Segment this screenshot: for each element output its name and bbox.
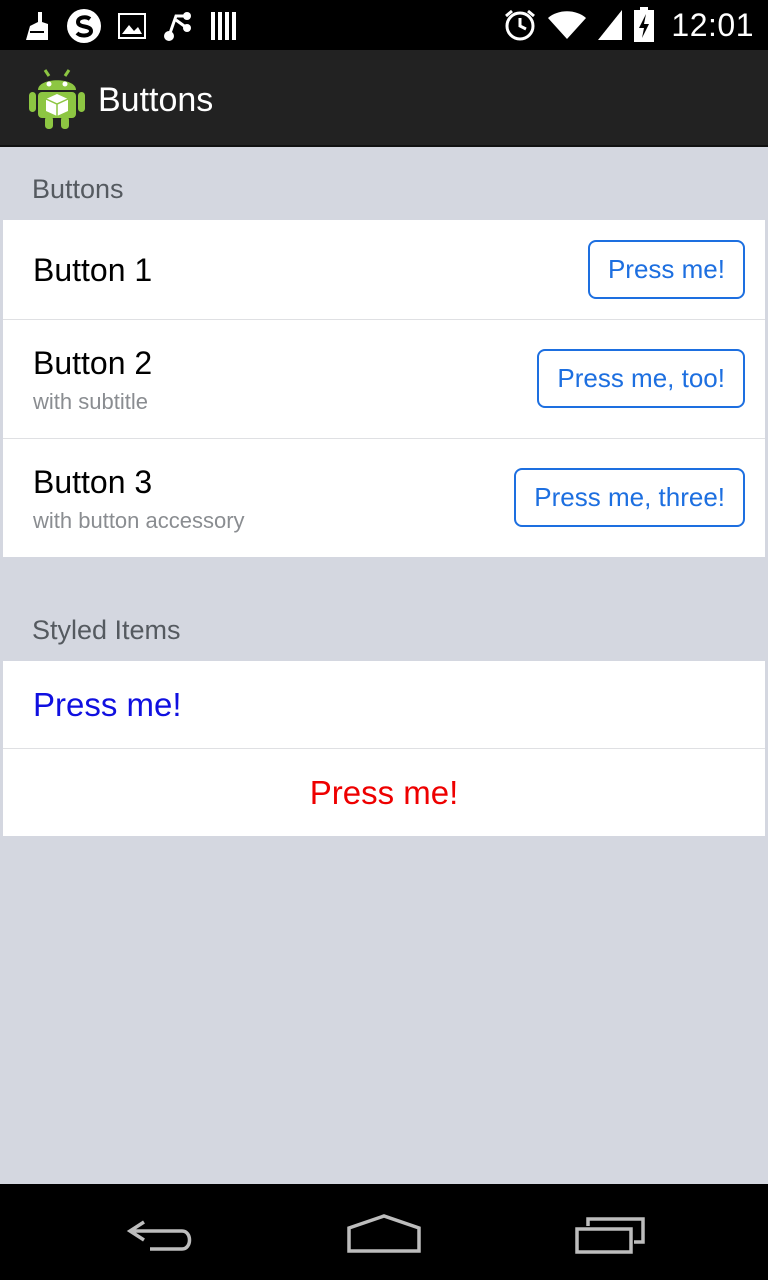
clock: 12:01 xyxy=(671,7,754,43)
styled-items-group: Press me! Press me! xyxy=(3,661,765,836)
share-icon xyxy=(162,10,194,42)
signal-icon xyxy=(597,9,623,41)
navigation-bar xyxy=(0,1184,768,1280)
status-bar: 12:01 xyxy=(0,0,768,50)
app-title: Buttons xyxy=(98,81,214,119)
battery-charging-icon xyxy=(633,7,655,43)
styled-item-left[interactable]: Press me! xyxy=(3,661,765,749)
barcode-icon xyxy=(210,11,238,41)
press-me-too-button[interactable]: Press me, too! xyxy=(537,349,745,408)
list-row-button-1: Button 1 Press me! xyxy=(3,220,765,320)
alarm-icon xyxy=(503,8,537,42)
row-subtitle: with subtitle xyxy=(33,389,148,414)
back-icon[interactable] xyxy=(124,1218,196,1259)
row-title: Button 3 xyxy=(33,464,153,500)
picture-icon xyxy=(118,13,146,39)
list-row-button-2: Button 2 with subtitle Press me, too! xyxy=(3,320,765,439)
section-header-styled-items: Styled Items xyxy=(32,615,181,645)
styled-item-blue-label[interactable]: Press me! xyxy=(33,685,182,725)
section-header-buttons: Buttons xyxy=(32,174,124,204)
action-bar: Buttons xyxy=(0,50,768,147)
row-title: Button 2 xyxy=(33,345,153,381)
wifi-icon xyxy=(547,10,587,40)
skype-icon xyxy=(66,8,102,44)
row-title: Button 1 xyxy=(33,252,153,288)
recent-apps-icon[interactable] xyxy=(574,1216,646,1259)
buttons-group: Button 1 Press me! Button 2 with subtitl… xyxy=(3,220,765,557)
styled-item-red-label[interactable]: Press me! xyxy=(3,773,765,813)
android-app-icon xyxy=(28,64,86,135)
row-subtitle: with button accessory xyxy=(33,508,245,533)
cleaner-icon xyxy=(24,10,50,42)
list-row-button-3: Button 3 with button accessory Press me,… xyxy=(3,439,765,557)
styled-item-center[interactable]: Press me! xyxy=(3,749,765,836)
press-me-button[interactable]: Press me! xyxy=(587,240,745,299)
press-me-three-button[interactable]: Press me, three! xyxy=(514,468,745,527)
home-icon[interactable] xyxy=(346,1214,422,1259)
